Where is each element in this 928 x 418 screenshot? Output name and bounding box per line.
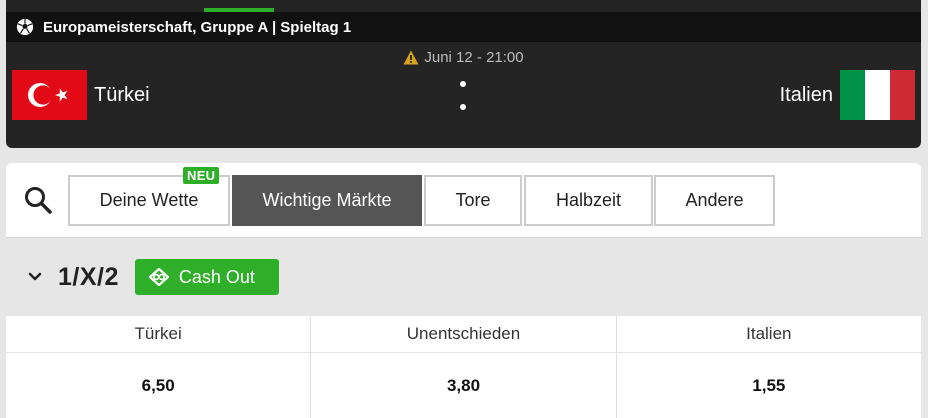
odds-button-draw[interactable]: 3,80 bbox=[311, 353, 615, 418]
outcome-label: Italien bbox=[616, 316, 921, 353]
market-title: 1/X/2 bbox=[58, 262, 119, 291]
outcome-away[interactable]: Italien 1,55 bbox=[615, 316, 921, 418]
away-team-name: Italien bbox=[779, 83, 833, 106]
warning-icon bbox=[403, 50, 419, 65]
kickoff-time: Juni 12 - 21:00 bbox=[6, 49, 921, 66]
score-separator bbox=[460, 79, 466, 113]
outcome-label: Türkei bbox=[6, 316, 311, 353]
tab-andere[interactable]: Andere bbox=[654, 175, 775, 226]
cash-out-label: Cash Out bbox=[178, 266, 255, 287]
market-filter-bar: Deine Wette Wichtige Märkte Tore Halbzei… bbox=[6, 163, 921, 238]
cash-out-icon bbox=[148, 268, 169, 286]
kickoff-text: Juni 12 - 21:00 bbox=[424, 49, 524, 66]
away-team: Italien bbox=[780, 70, 915, 120]
odds-button-away[interactable]: 1,55 bbox=[617, 353, 921, 418]
search-icon[interactable] bbox=[23, 185, 53, 215]
match-header: Europameisterschaft, Gruppe A | Spieltag… bbox=[6, 0, 921, 148]
chevron-down-icon[interactable] bbox=[28, 272, 42, 282]
competition-title: Europameisterschaft, Gruppe A | Spieltag… bbox=[43, 18, 352, 36]
odds-button-home[interactable]: 6,50 bbox=[6, 353, 310, 418]
turkey-flag-icon bbox=[12, 70, 87, 120]
betting-panel: Deine Wette Wichtige Märkte Tore Halbzei… bbox=[6, 163, 921, 418]
competition-bar: Europameisterschaft, Gruppe A | Spieltag… bbox=[6, 12, 921, 42]
tab-tore[interactable]: Tore bbox=[424, 175, 522, 226]
tab-halbzeit[interactable]: Halbzeit bbox=[524, 175, 653, 226]
outcome-home[interactable]: Türkei 6,50 bbox=[6, 316, 311, 418]
outcome-draw[interactable]: Unentschieden 3,80 bbox=[310, 316, 616, 418]
market-header[interactable]: 1/X/2 Cash Out bbox=[6, 238, 921, 316]
home-team: Türkei bbox=[12, 70, 150, 120]
new-badge: NEU bbox=[183, 167, 220, 184]
soccer-ball-icon bbox=[16, 18, 34, 36]
outcome-label: Unentschieden bbox=[311, 316, 616, 353]
cash-out-button[interactable]: Cash Out bbox=[134, 259, 279, 295]
outcome-row: Türkei 6,50 Unentschieden 3,80 Italien 1… bbox=[6, 316, 921, 418]
italy-flag-icon bbox=[840, 70, 915, 120]
tab-wichtige-maerkte[interactable]: Wichtige Märkte bbox=[232, 175, 422, 226]
home-team-name: Türkei bbox=[94, 83, 150, 106]
